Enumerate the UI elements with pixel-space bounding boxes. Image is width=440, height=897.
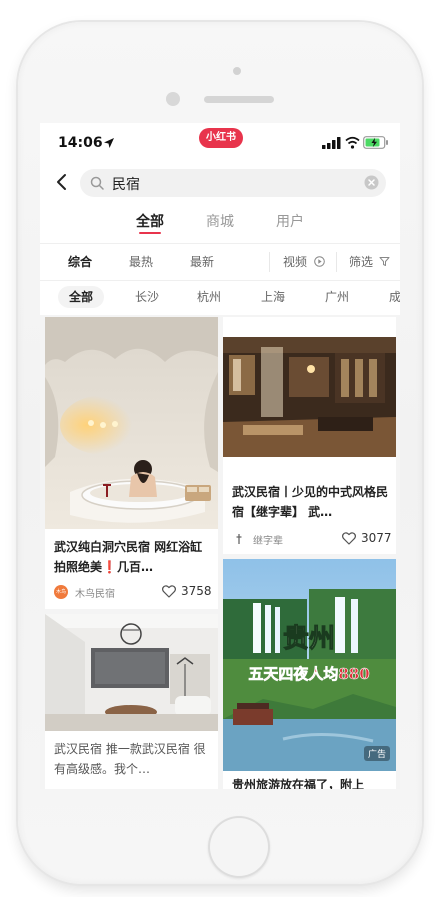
city-filter-chips: 全部 长沙 杭州 上海 广州 成 [40,281,400,313]
ad-subheadline: 五天四夜人均880 [248,665,369,683]
avatar[interactable]: 木鸟 [54,585,68,599]
search-query: 民宿 [112,177,140,193]
note-meta: 继字辈 3077 [232,530,392,548]
location-arrow-icon [104,138,114,148]
note-title: 武汉纯白洞穴民宿 网红浴缸拍照绝美❗️几百… [54,540,203,574]
city-chip-all[interactable]: 全部 [58,286,105,308]
active-tab-indicator [139,232,161,234]
battery-charging-icon [363,136,388,149]
earpiece-speaker [204,96,274,103]
note-card[interactable]: 武汉纯白洞穴民宿 网红浴缸拍照绝美❗️几百… 木鸟 木鸟民宿 3758 [45,317,218,609]
city-chip-cheng[interactable]: 成 [378,286,400,308]
avatar[interactable] [232,532,246,546]
search-icon [90,176,104,190]
wifi-icon [345,136,360,149]
like-count: 3077 [361,531,392,545]
ad-headline: 贵州 [283,624,335,654]
search-header: 民宿 [40,166,400,200]
clear-icon[interactable] [364,175,379,190]
note-card[interactable]: 武汉民宿 推一款武汉民宿 很有高级感。我个… [45,614,218,789]
note-feed: 武汉纯白洞穴民宿 网红浴缸拍照绝美❗️几百… 木鸟 木鸟民宿 3758 武汉民宿… [40,315,400,789]
ad-badge: 广告 [363,746,390,761]
author-name[interactable]: 继字辈 [253,532,283,547]
cellular-signal-icon [322,137,341,149]
note-title: 武汉民宿丨少见的中式风格民宿【继字辈】 武… [232,485,389,519]
note-title: 武汉民宿 推一款武汉民宿 很有高级感。我个… [54,742,206,776]
sort-newest[interactable]: 最新 [190,253,214,270]
city-chip-changsha[interactable]: 长沙 [124,286,170,308]
note-meta: 木鸟 木鸟民宿 3758 [54,583,212,601]
filter-button[interactable]: 筛选 [349,253,373,270]
divider [336,252,337,272]
city-chip-guangzhou[interactable]: 广州 [314,286,360,308]
search-input[interactable]: 民宿 [80,169,386,197]
brand-badge: 小红书 [199,128,243,148]
heart-icon[interactable] [342,532,356,545]
back-arrow-icon[interactable] [52,172,72,192]
city-chip-shanghai[interactable]: 上海 [250,286,296,308]
divider [269,252,270,272]
sort-hottest[interactable]: 最热 [129,253,153,270]
sort-bar: 综合 最热 最新 视频 筛选 [40,243,400,281]
city-chip-hangzhou[interactable]: 杭州 [186,286,232,308]
play-circle-icon [314,256,325,267]
front-camera [233,67,241,75]
tab-users[interactable]: 用户 [276,211,304,231]
heart-icon[interactable] [162,585,176,598]
tab-all[interactable]: 全部 [136,211,164,231]
note-title: 贵州旅游放在福了，附上 [232,778,365,789]
note-card[interactable]: 武汉民宿丨少见的中式风格民宿【继字辈】 武… 继字辈 3077 [223,317,396,554]
note-cover-image [223,317,396,472]
sort-comprehensive[interactable]: 综合 [68,253,92,270]
ad-card[interactable]: 贵州 五天四夜人均880 广告 贵州旅游放在福了，附上 [223,559,396,789]
app-screen: 14:06 小红书 民宿 全部 商城 用户 综合 最热 最新 视频 筛选 全部 … [40,123,400,789]
status-bar: 14:06 小红书 [40,123,400,163]
home-button[interactable] [208,816,270,878]
filter-funnel-icon [379,257,390,266]
tab-mall[interactable]: 商城 [206,211,234,231]
note-cover-image [45,317,218,529]
status-time: 14:06 [58,135,103,151]
like-count: 3758 [181,584,212,598]
proximity-sensor [166,92,180,106]
result-type-tabs: 全部 商城 用户 [40,206,400,238]
video-filter-button[interactable]: 视频 [283,253,307,270]
author-name[interactable]: 木鸟民宿 [75,585,115,600]
note-cover-image [45,614,218,731]
note-cover-image: 贵州 五天四夜人均880 [223,559,396,771]
